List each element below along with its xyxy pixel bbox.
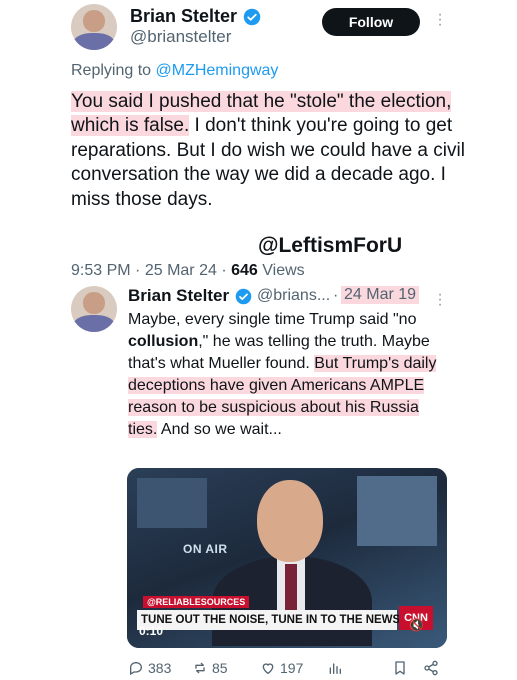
- reply-action[interactable]: 383: [128, 660, 171, 676]
- like-action[interactable]: 197: [260, 660, 303, 676]
- replying-prefix: Replying to: [71, 62, 152, 79]
- analytics-icon: [329, 663, 341, 674]
- video-anchor-head: [257, 480, 323, 562]
- author-name-text: Brian Stelter: [130, 6, 238, 26]
- tweet-time[interactable]: 9:53 PM: [71, 262, 131, 279]
- share-icon: [424, 660, 438, 676]
- quote-date[interactable]: 24 Mar 19: [341, 286, 420, 304]
- video-timer: 0:10: [139, 624, 164, 638]
- video-screen-left: [137, 478, 207, 528]
- video-screen-right: [357, 476, 437, 546]
- views-count: 646: [231, 262, 258, 279]
- video-tag: @RELIABLESOURCES: [143, 596, 250, 608]
- video-player[interactable]: ON AIR @RELIABLESOURCES TUNE OUT THE NOI…: [127, 468, 447, 648]
- views-label: Views: [262, 262, 305, 279]
- more-options-icon[interactable]: · · ·: [437, 7, 443, 33]
- verified-badge-icon: [243, 8, 261, 25]
- quote-author-handle[interactable]: @brians...: [257, 287, 330, 305]
- follow-button[interactable]: Follow: [322, 8, 420, 36]
- mute-icon[interactable]: 🔇: [409, 618, 424, 632]
- like-icon: [262, 663, 274, 675]
- quote-verified-badge-icon: [235, 288, 252, 304]
- quote-author-name-text: Brian Stelter: [128, 286, 230, 305]
- video-on-air-sign: ON AIR: [183, 542, 228, 556]
- quote-author-name[interactable]: Brian Stelter: [128, 286, 252, 306]
- repost-action[interactable]: 85: [192, 660, 228, 676]
- quote-avatar[interactable]: [71, 286, 117, 332]
- quote-text: Maybe, every single time Trump said "no …: [128, 309, 438, 441]
- bookmark-action[interactable]: [392, 660, 408, 676]
- quote-text-c: And so we wait...: [157, 421, 282, 438]
- tweet-date[interactable]: 25 Mar 24: [145, 262, 217, 279]
- bookmark-icon: [395, 661, 405, 675]
- author-name[interactable]: Brian Stelter: [130, 6, 261, 27]
- quote-text-bold: collusion: [128, 333, 199, 350]
- repost-count: 85: [212, 660, 228, 676]
- views-action[interactable]: [327, 660, 343, 676]
- video-anchor-tie: [285, 564, 297, 614]
- tweet-text: You said I pushed that he "stole" the el…: [71, 90, 471, 212]
- share-action[interactable]: [423, 660, 439, 676]
- quote-text-a: Maybe, every single time Trump said "no: [128, 311, 417, 328]
- video-banner: TUNE OUT THE NOISE, TUNE IN TO THE NEWS: [137, 610, 400, 630]
- reply-count: 383: [148, 660, 172, 676]
- tweet-meta: 9:53 PM · 25 Mar 24 · 646 Views: [71, 262, 305, 279]
- like-count: 197: [280, 660, 304, 676]
- quote-more-options-icon[interactable]: · · ·: [437, 287, 443, 313]
- reply-icon: [130, 661, 143, 676]
- replying-mention-link[interactable]: @MZHemingway: [156, 62, 279, 79]
- replying-to: Replying to @MZHemingway: [71, 62, 278, 80]
- author-avatar[interactable]: [71, 4, 117, 50]
- repost-icon: [195, 662, 205, 674]
- author-handle[interactable]: @brianstelter: [130, 27, 231, 47]
- watermark: @LeftismForU: [258, 234, 403, 257]
